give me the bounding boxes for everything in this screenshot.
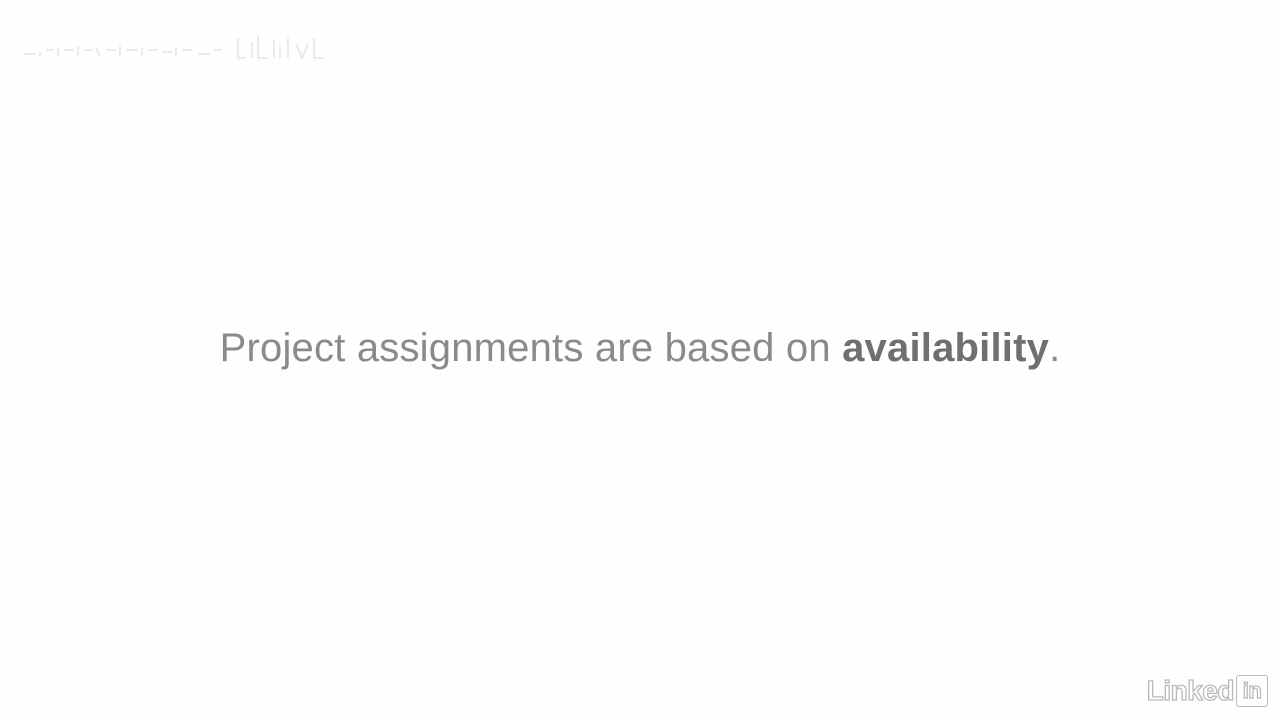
slide-caption: Project assignments are based on availab…: [0, 322, 1280, 374]
caption-emphasis: availability: [842, 326, 1050, 370]
brand-in-box: in: [1236, 675, 1268, 707]
brand-word: Linked: [1146, 674, 1235, 706]
linkedin-logo-icon: Linked in: [1146, 674, 1268, 708]
slide: Project assignments are based on availab…: [0, 0, 1280, 720]
caption-suffix: .: [1049, 326, 1061, 370]
caption-text: Project assignments are based on: [219, 326, 843, 370]
watermark-logo-icon: [24, 36, 324, 61]
